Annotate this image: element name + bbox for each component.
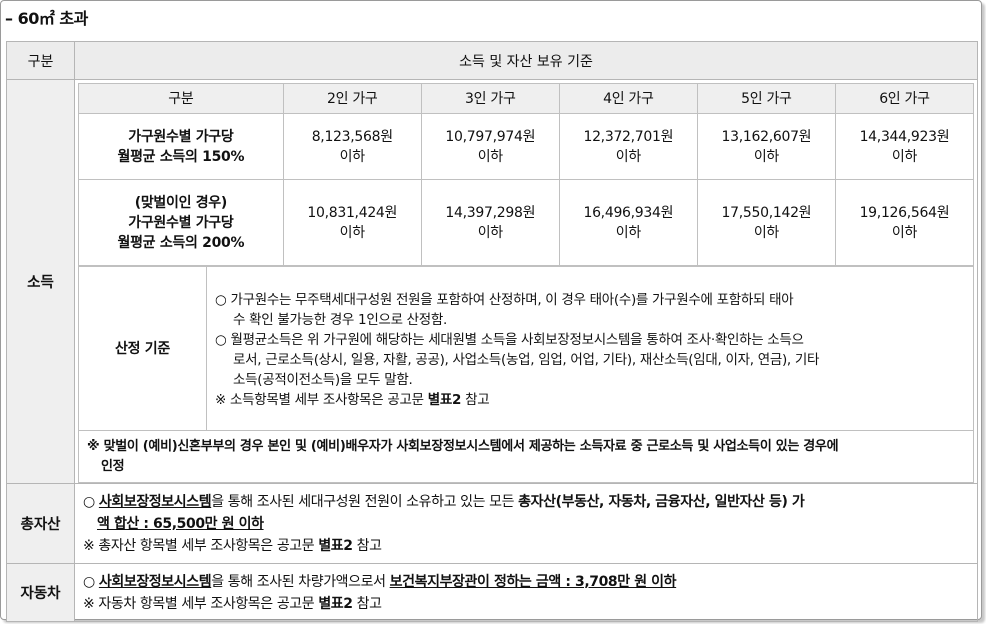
car-ref: ※ 자동차 항목별 세부 조사항목은 공고문 별표2 참고 xyxy=(83,595,382,612)
value-150-5p: 13,162,607원 이하 xyxy=(696,113,836,180)
value-200-2p: 10,831,424원 이하 xyxy=(282,179,422,266)
income-header-3p: 3인 가구 xyxy=(420,83,560,114)
calc-basis-text: ○ 가구원수는 무주택세대구성원 전원을 포함하여 산정하며, 이 경우 태아(… xyxy=(206,266,974,431)
section-title: – 60㎡ 초과 xyxy=(5,9,88,28)
table-row: 가구원수별 가구당 월평균 소득의 150% 8,123,568원 이하 10,7… xyxy=(78,113,975,180)
criteria-table: 구분 소득 및 자산 보유 기준 소득 구분 2인 가구 3인 가구 4인 가구… xyxy=(6,41,978,622)
value-200-3p: 14,397,298원 이하 xyxy=(420,179,560,266)
value-200-6p: 19,126,564원 이하 xyxy=(834,179,975,266)
income-section: 구분 2인 가구 3인 가구 4인 가구 5인 가구 6인 가구 가구원수별 가… xyxy=(74,79,978,484)
assets-limit: 액 합산 : 65,500만 원 이하 xyxy=(97,515,264,532)
table-row: (맞벌이인 경우) 가구원수별 가구당 월평균 소득의 200% 10,831,… xyxy=(78,179,975,266)
calc-basis-table: 산정 기준 ○ 가구원수는 무주택세대구성원 전원을 포함하여 산정하며, 이 … xyxy=(78,266,974,483)
header-category: 구분 xyxy=(6,41,75,80)
calc-basis-label: 산정 기준 xyxy=(78,266,207,431)
calc-basis-ref: ※ 소득항목별 세부 조사항목은 공고문 별표2 참고 xyxy=(215,391,490,408)
row-label-200: (맞벌이인 경우) 가구원수별 가구당 월평균 소득의 200% xyxy=(78,179,284,266)
document-frame: – 60㎡ 초과 구분 소득 및 자산 보유 기준 소득 구분 2인 가구 3인… xyxy=(0,0,982,622)
dual-income-note: ※ 맞벌이 (예비)신혼부부의 경우 본인 및 (예비)배우자가 사회보장정보시… xyxy=(78,430,974,483)
row-label-150: 가구원수별 가구당 월평균 소득의 150% xyxy=(78,113,284,180)
car-section-label: 자동차 xyxy=(6,563,75,622)
header-criteria: 소득 및 자산 보유 기준 xyxy=(74,41,978,80)
income-table: 구분 2인 가구 3인 가구 4인 가구 5인 가구 6인 가구 가구원수별 가… xyxy=(78,83,975,266)
assets-section: ○ 사회보장정보시스템을 통해 조사된 세대구성원 전원이 소유하고 있는 모든… xyxy=(74,483,978,564)
income-header-5p: 5인 가구 xyxy=(696,83,836,114)
car-section: ○ 사회보장정보시스템을 통해 조사된 차량가액으로서 보건복지부장관이 정하는… xyxy=(74,563,978,622)
value-150-2p: 8,123,568원 이하 xyxy=(282,113,422,180)
value-150-6p: 14,344,923원 이하 xyxy=(834,113,975,180)
assets-ref: ※ 총자산 항목별 세부 조사항목은 공고문 별표2 참고 xyxy=(83,537,382,554)
value-150-3p: 10,797,974원 이하 xyxy=(420,113,560,180)
value-200-4p: 16,496,934원 이하 xyxy=(558,179,698,266)
income-header-4p: 4인 가구 xyxy=(558,83,698,114)
income-header-category: 구분 xyxy=(78,83,284,114)
value-200-5p: 17,550,142원 이하 xyxy=(696,179,836,266)
car-limit: 보건복지부장관이 정하는 금액 : 3,708만 원 이하 xyxy=(389,573,677,590)
assets-section-label: 총자산 xyxy=(6,483,75,564)
income-header-2p: 2인 가구 xyxy=(282,83,422,114)
income-section-label: 소득 xyxy=(6,79,75,484)
value-150-4p: 12,372,701원 이하 xyxy=(558,113,698,180)
income-header-6p: 6인 가구 xyxy=(834,83,975,114)
